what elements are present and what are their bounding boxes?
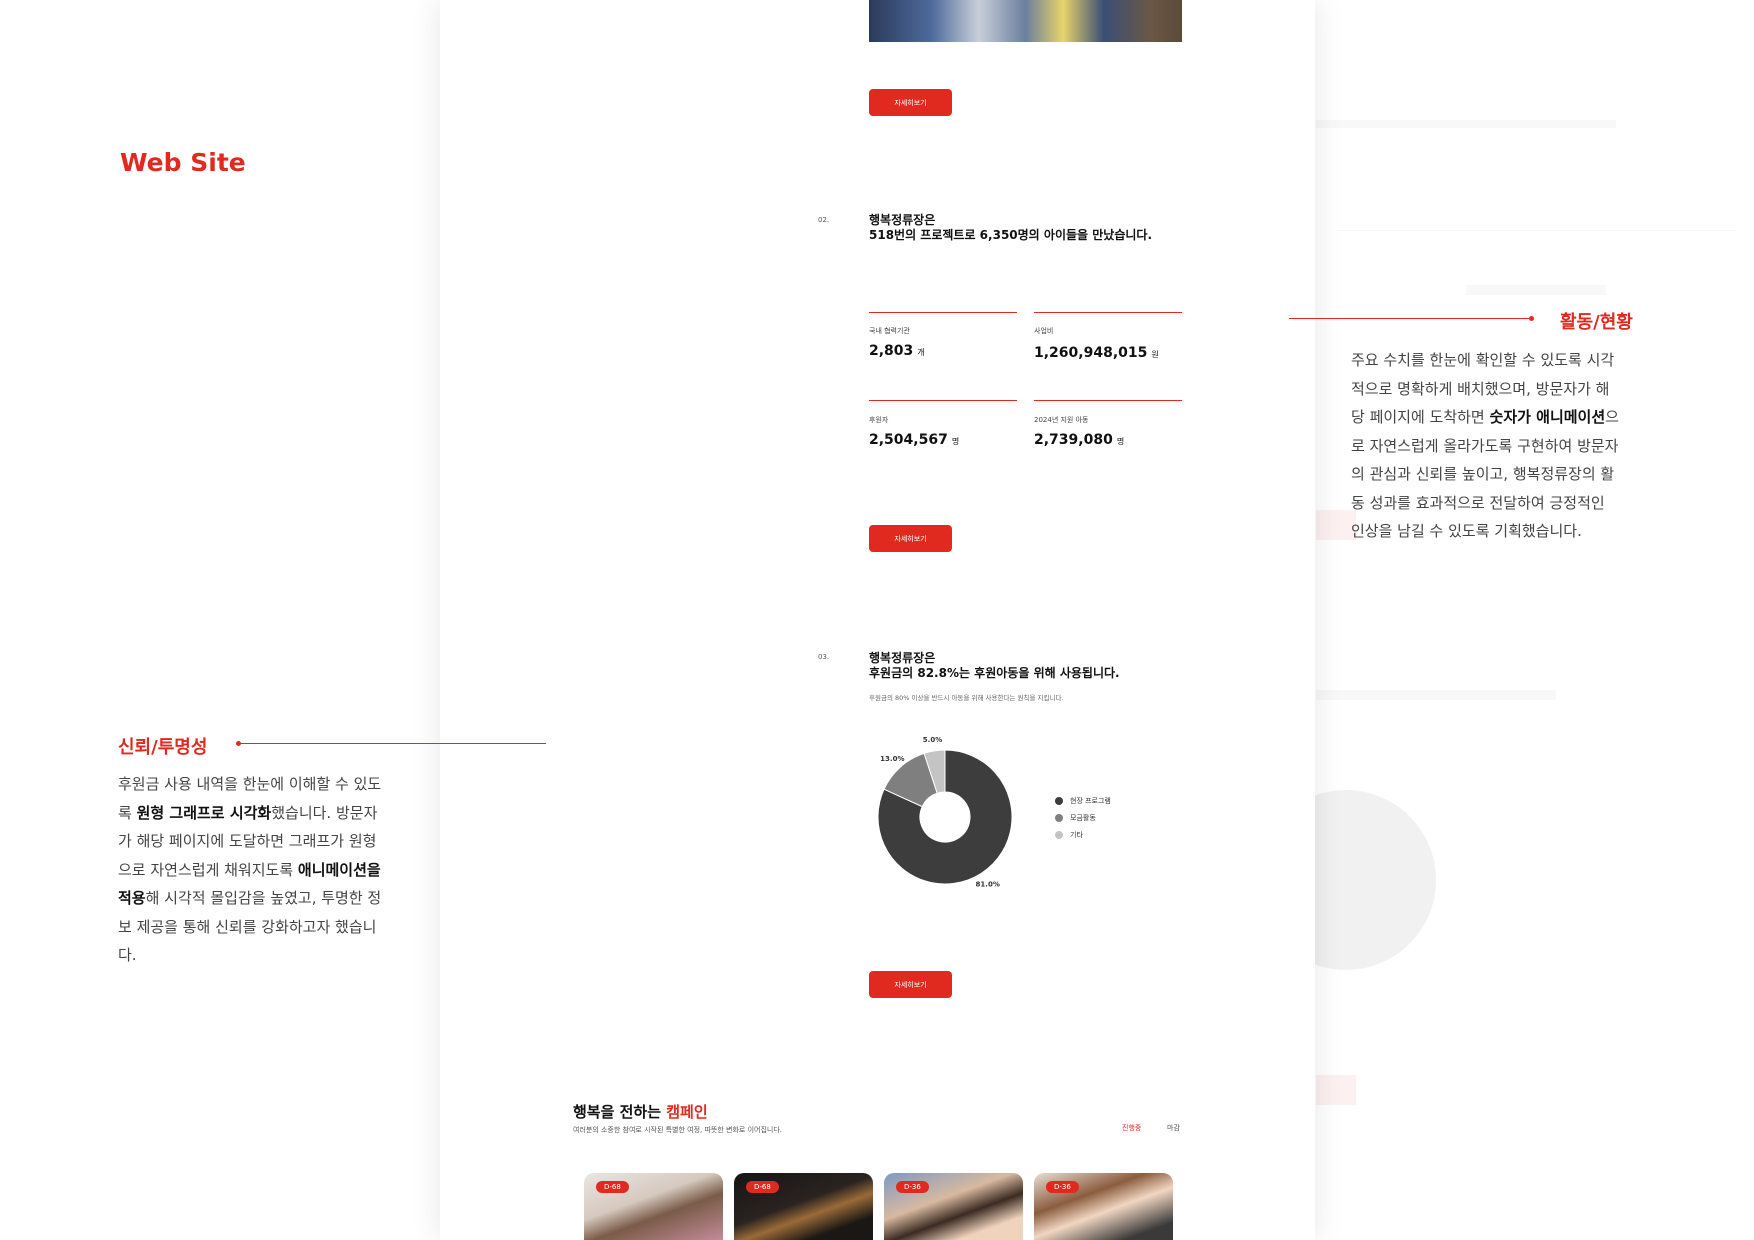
annotation-line: 보 제공을 통해 신뢰를 강화하고자 했습니 [118,913,418,942]
annotation-text: 당 페이지에 도착하면 [1351,408,1490,426]
stat-divider [869,400,1017,401]
section-title-line1: 행복정류장은 [869,213,936,227]
stat-divider [1034,312,1182,313]
annotation-line: 후원금 사용 내역을 한눈에 이해할 수 있도 [118,770,418,799]
annotation-emphasis: 원형 그래프로 시각화 [136,803,272,822]
stat-label: 후원자 [869,416,889,424]
more-button-1[interactable]: 자세히보기 [869,89,952,116]
annotation-text: 록 [118,803,137,822]
annotation-title: 활동/현황 [1560,312,1633,333]
stat-divider [869,312,1017,313]
section-number: 02. [818,216,830,224]
campaign-card[interactable]: D-36 [884,1173,1023,1240]
campaign-card[interactable]: D-68 [734,1173,873,1240]
stat-unit: 원 [1151,350,1159,359]
connector-dot [1529,316,1534,321]
stat-value: 2,504,567 명 [869,432,960,448]
page-title: Web Site [120,148,246,177]
campaign-title-accent: 캠페인 [666,1103,708,1121]
annotation-text: 해 시각적 몰입감을 높였고, 투명한 정 [145,889,382,907]
legend-label: 모금활동 [1070,814,1096,822]
stat-label: 사업비 [1034,327,1054,335]
annotation-line: 동 성과를 효과적으로 전달하여 긍정적인 [1351,489,1651,518]
legend-item: 모금활동 [1055,813,1096,823]
annotation-text: 의 관심과 신뢰를 높이고, 행복정류장의 활 [1351,465,1615,483]
stat-value: 1,260,948,015 원 [1034,345,1159,361]
annotation-emphasis: 적용 [118,889,146,907]
annotation-text: 했습니다. 방문자 [271,803,378,822]
annotation-line: 적으로 명확하게 배치했으며, 방문자가 해 [1351,375,1651,404]
annotation-emphasis: 애니메이션을 [297,860,381,879]
tab-closed[interactable]: 마감 [1167,1123,1180,1133]
annotation-line: 다. [118,941,418,970]
donut-chart: 81.0% 13.0% 5.0% [877,736,1013,888]
annotation-text: 으로 자연스럽게 채워지도록 [118,860,298,879]
website-page-mock [440,0,1315,1240]
annotation-line: 인상을 남길 수 있도록 기획했습니다. [1351,517,1651,546]
annotation-text: 적으로 명확하게 배치했으며, 방문자가 해 [1351,379,1610,398]
annotation-text: 인상을 남길 수 있도록 기획했습니다. [1351,522,1582,540]
more-button-2[interactable]: 자세히보기 [869,525,952,552]
legend-item: 현장 프로그램 [1055,796,1111,806]
stat-divider [1034,400,1182,401]
legend-label: 기타 [1070,831,1083,839]
annotation-line: 로 자연스럽게 올라가도록 구현하여 방문자 [1351,432,1651,461]
section-subtitle: 후원금의 80% 이상을 반드시 아동을 위해 사용한다는 원칙을 지킵니다. [869,694,1064,702]
section-title-line2: 518번의 프로젝트로 6,350명의 아이들을 만났습니다. [869,228,1152,242]
legend-swatch [1055,814,1063,822]
campaign-card[interactable]: D-36 [1034,1173,1173,1240]
dday-badge: D-68 [746,1181,779,1193]
annotation-text: 후원금 사용 내역을 한눈에 이해할 수 있도 [118,775,382,793]
data-label: 81.0% [976,880,1000,888]
annotation-text: 보 제공을 통해 신뢰를 강화하고자 했습니 [118,917,377,936]
more-button-3[interactable]: 자세히보기 [869,971,952,998]
campaign-subtitle: 여러분의 소중한 참여로 시작된 특별한 여정, 따뜻한 변화로 이어집니다. [573,1126,783,1134]
annotation-body: 후원금 사용 내역을 한눈에 이해할 수 있도록 원형 그래프로 시각화했습니다… [118,770,418,970]
connector-line [241,743,546,744]
annotation-line: 당 페이지에 도착하면 숫자가 애니메이션으 [1351,403,1651,432]
annotation-body: 주요 수치를 한눈에 확인할 수 있도록 시각적으로 명확하게 배치했으며, 방… [1351,346,1651,546]
annotation-text: 로 자연스럽게 올라가도록 구현하여 방문자 [1351,436,1619,455]
stat-unit: 명 [951,437,960,446]
section-title-line2: 후원금의 82.8%는 후원아동을 위해 사용됩니다. [869,666,1120,680]
annotation-line: 으로 자연스럽게 채워지도록 애니메이션을 [118,856,418,885]
annotation-text: 가 해당 페이지에 도달하면 그래프가 원형 [118,832,377,850]
tab-ongoing[interactable]: 진행중 [1122,1123,1141,1133]
data-label: 13.0% [880,755,904,763]
hero-image [869,0,1182,42]
stat-label: 국내 협력기관 [869,327,910,335]
stat-label: 2024년 지원 아동 [1034,416,1089,424]
annotation-text: 다. [118,946,137,964]
stat-value: 2,803 개 [869,343,925,359]
campaign-title: 행복을 전하는 캠페인 [573,1103,708,1121]
annotation-line: 주요 수치를 한눈에 확인할 수 있도록 시각 [1351,346,1651,375]
section-number: 03. [818,653,830,661]
data-label: 5.0% [923,736,942,744]
dday-badge: D-36 [896,1181,929,1193]
stat-value: 2,739,080 명 [1034,432,1125,448]
dday-badge: D-36 [1046,1181,1079,1193]
faded-page-preview [1256,0,1754,1240]
annotation-line: 가 해당 페이지에 도달하면 그래프가 원형 [118,827,418,856]
legend-item: 기타 [1055,830,1083,840]
annotation-text: 으 [1605,408,1619,426]
annotation-text: 동 성과를 효과적으로 전달하여 긍정적인 [1351,493,1605,512]
legend-label: 현장 프로그램 [1070,797,1111,805]
annotation-line: 적용해 시각적 몰입감을 높였고, 투명한 정 [118,884,418,913]
section-title-line1: 행복정류장은 [869,651,936,665]
annotation-emphasis: 숫자가 애니메이션 [1489,408,1606,426]
legend-swatch [1055,797,1063,805]
dday-badge: D-68 [596,1181,629,1193]
annotation-line: 의 관심과 신뢰를 높이고, 행복정류장의 활 [1351,460,1651,489]
campaign-card[interactable]: D-68 [584,1173,723,1240]
stat-unit: 개 [917,348,925,357]
annotation-text: 주요 수치를 한눈에 확인할 수 있도록 시각 [1351,351,1615,369]
stat-unit: 명 [1116,437,1125,446]
annotation-title: 신뢰/투명성 [118,737,208,758]
legend-swatch [1055,831,1063,839]
annotation-line: 록 원형 그래프로 시각화했습니다. 방문자 [118,799,418,828]
connector-line [1289,318,1529,319]
